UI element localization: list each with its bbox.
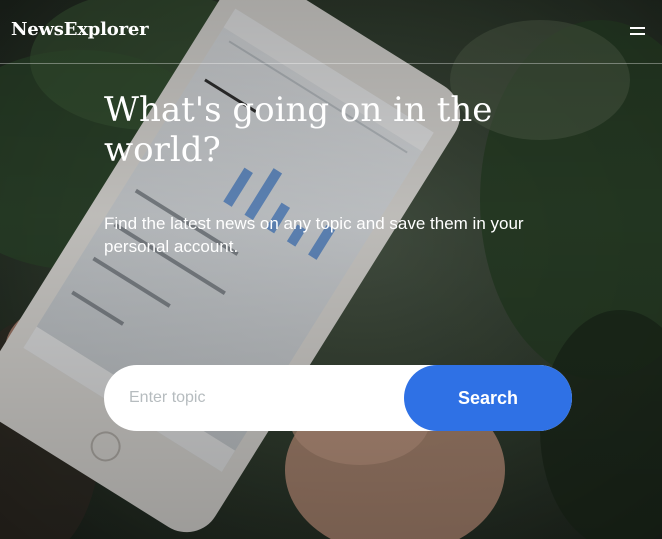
menu-line-top [630,27,645,29]
search-button[interactable]: Search [404,365,572,431]
page-title: What's going on in the world? [104,90,493,170]
logo[interactable]: NewsExplorer [11,19,149,40]
page-subtitle: Find the latest news on any topic and sa… [104,214,524,256]
hero-overlay [0,0,662,539]
hero-section [0,0,662,539]
menu-line-bottom [630,33,645,35]
site-header: NewsExplorer [0,0,662,64]
search-form: Search [104,365,572,431]
hamburger-menu-icon[interactable] [626,21,648,43]
search-input[interactable] [104,365,404,431]
